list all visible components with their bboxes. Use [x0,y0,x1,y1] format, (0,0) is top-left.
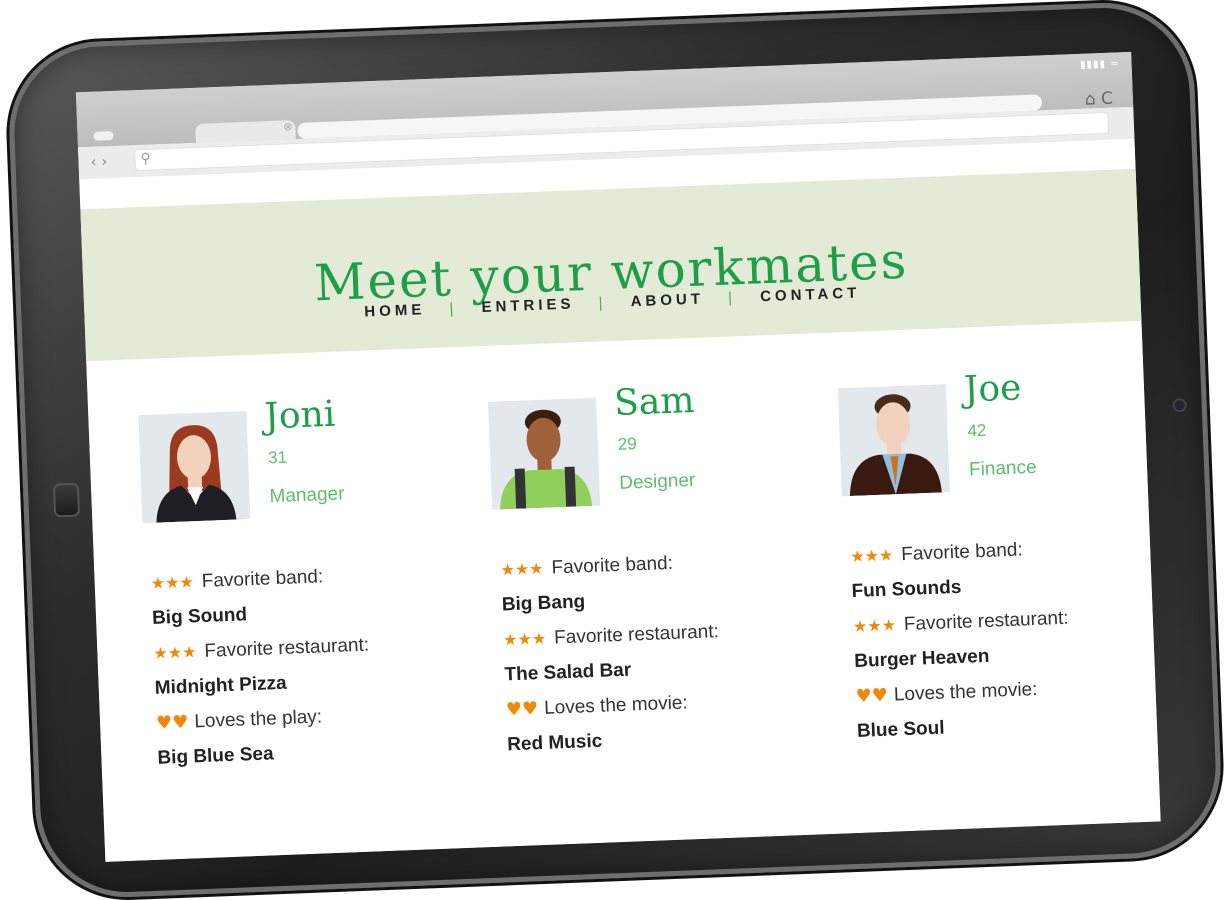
person-age: 42 [967,420,987,441]
rating-stars-icon: ★★★ [153,642,197,663]
fact-label-text: Favorite band: [551,552,674,579]
rating-stars-icon: ★★★ [150,572,195,593]
avatar [837,384,950,497]
person-role: Finance [968,456,1037,481]
nav-separator: | [727,289,737,307]
nav-separator: | [598,294,607,312]
fact-label-text: Loves the movie: [893,678,1038,706]
home-reload-icons[interactable]: ⌂ C [1084,89,1113,110]
nav-entries[interactable]: ENTRIES [479,295,577,316]
person-card-sam: Sam 29 Designer ★★★ Favorite band: Big Ba… [488,380,808,755]
person-card-joe: Joe 42 Finance ★★★ Favorite band: Fun Sou… [837,367,1158,742]
fact-label-text: Favorite band: [900,539,1024,566]
fact-label-text: Loves the play: [194,706,323,733]
page-header: Meet your workmates HOME | ENTRIES | ABO… [80,168,1142,362]
person-role: Manager [269,483,345,508]
rating-stars-icon: ★★★ [502,628,547,650]
rating-hearts-icon: ♥♥ [155,711,189,734]
fact-label-text: Loves the movie: [543,692,689,719]
nav-separator: | [449,299,458,318]
person-name: Joe [963,367,1023,411]
tab-close-icon[interactable]: ⊗ [283,120,293,133]
search-icon: ⚲ [140,150,152,167]
man-suit-portrait-icon [837,384,950,497]
back-forward-icon[interactable]: ‹ › [90,152,107,171]
nav-about[interactable]: ABOUT [628,290,706,310]
web-page: Meet your workmates HOME | ENTRIES | ABO… [79,138,1161,862]
avatar [138,411,251,524]
person-facts: ★★★ Favorite band: Big Bang ★★★ Favorite r… [500,541,828,763]
fact-label-text: Favorite band: [201,566,324,592]
person-name: Joni [263,393,337,438]
window-control-icon[interactable] [93,131,114,141]
rating-stars-icon: ★★★ [849,545,894,567]
rating-stars-icon: ★★★ [500,558,544,580]
person-role: Designer [618,469,696,494]
nav-home[interactable]: HOME [362,301,428,320]
rating-stars-icon: ★★★ [852,615,897,636]
signal-wifi-icon: ▮▮▮▮ ≈ [1079,58,1120,71]
person-name: Sam [613,379,696,424]
person-age: 29 [617,434,638,454]
rating-hearts-icon: ♥♥ [505,698,539,721]
fact-label-text: Favorite restaurant: [553,621,720,649]
rating-hearts-icon: ♥♥ [855,684,889,707]
fact-label-text: Favorite restaurant: [903,607,1069,636]
person-facts: ★★★ Favorite band: Fun Sounds ★★★ Favorite… [850,528,1161,750]
woman-portrait-icon [138,411,251,524]
person-facts: ★★★ Favorite band: Big Sound ★★★ Favorite … [150,555,478,777]
person-card-joni: Joni 31 Manager ★★★ Favorite band: Big So… [138,394,458,769]
person-age: 31 [267,447,288,468]
man-backpack-portrait-icon [488,397,601,510]
tablet-screen: ▮▮▮▮ ≈ ⊗ ⌂ C ‹ › ⚲ Meet your workmates H… [75,51,1161,862]
tablet-device: ▮▮▮▮ ≈ ⊗ ⌂ C ‹ › ⚲ Meet your workmates H… [6,0,1224,900]
fact-label-text: Favorite restaurant: [204,634,370,662]
avatar [488,397,601,510]
nav-contact[interactable]: CONTACT [758,284,863,305]
tablet-home-button[interactable] [52,482,81,518]
